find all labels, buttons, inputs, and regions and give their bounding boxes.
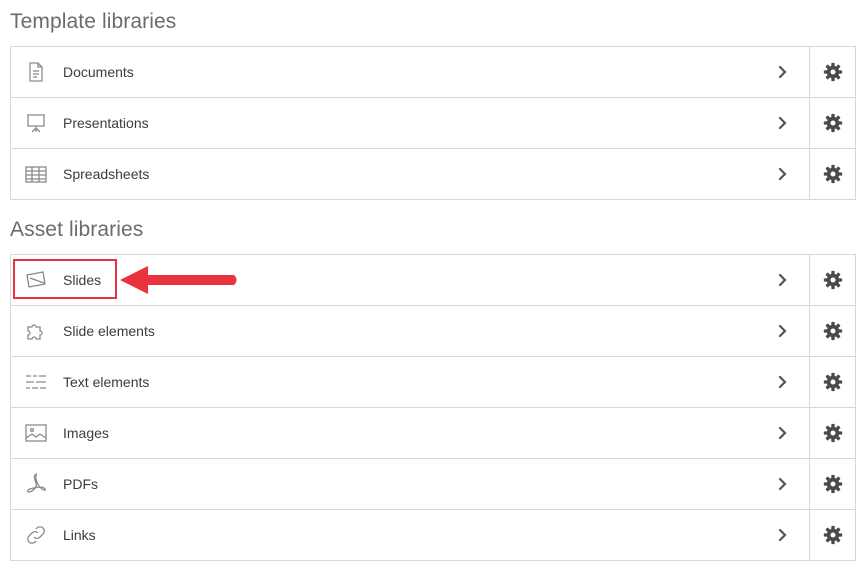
settings-button-text-elements[interactable] — [809, 357, 855, 407]
row-label: Spreadsheets — [63, 166, 150, 182]
settings-button-links[interactable] — [809, 510, 855, 560]
chevron-right-icon — [777, 528, 789, 542]
row-label: Text elements — [63, 374, 150, 390]
row-label: PDFs — [63, 476, 98, 492]
document-icon — [23, 59, 49, 85]
gear-icon — [823, 474, 842, 494]
gear-icon — [823, 525, 842, 545]
spreadsheet-icon — [23, 161, 49, 187]
presentation-icon — [23, 110, 49, 136]
chevron-right-icon — [777, 477, 789, 491]
asset-libraries-heading: Asset libraries — [10, 218, 144, 241]
row-label: Images — [63, 425, 109, 441]
settings-button-images[interactable] — [809, 408, 855, 458]
template-libraries-list: Documents Presentations Spreadsheets — [10, 46, 856, 200]
chevron-right-icon — [777, 116, 789, 130]
link-icon — [23, 522, 49, 548]
image-icon — [23, 420, 49, 446]
chevron-right-icon — [777, 324, 789, 338]
asset-libraries-list: Slides Slide elements Text elements Imag… — [10, 254, 856, 561]
row-label: Documents — [63, 64, 134, 80]
row-label: Links — [63, 527, 96, 543]
pdf-icon — [23, 471, 49, 497]
row-label: Slide elements — [63, 323, 155, 339]
library-row-slides: Slides — [11, 255, 855, 306]
library-row-pdfs: PDFs — [11, 459, 855, 510]
settings-button-slide-elements[interactable] — [809, 306, 855, 356]
open-spreadsheets[interactable]: Spreadsheets — [11, 149, 809, 199]
library-row-documents: Documents — [11, 47, 855, 98]
gear-icon — [823, 62, 842, 82]
open-pdfs[interactable]: PDFs — [11, 459, 809, 509]
library-row-slide-elements: Slide elements — [11, 306, 855, 357]
open-text-elements[interactable]: Text elements — [11, 357, 809, 407]
gear-icon — [823, 164, 842, 184]
gear-icon — [823, 372, 842, 392]
library-row-images: Images — [11, 408, 855, 459]
row-label: Presentations — [63, 115, 149, 131]
chevron-right-icon — [777, 273, 789, 287]
chevron-right-icon — [777, 167, 789, 181]
settings-button-pdfs[interactable] — [809, 459, 855, 509]
settings-button-slides[interactable] — [809, 255, 855, 305]
open-documents[interactable]: Documents — [11, 47, 809, 97]
library-row-spreadsheets: Spreadsheets — [11, 149, 855, 200]
settings-button-documents[interactable] — [809, 47, 855, 97]
library-row-text-elements: Text elements — [11, 357, 855, 408]
text-lines-icon — [23, 369, 49, 395]
gear-icon — [823, 270, 842, 290]
open-images[interactable]: Images — [11, 408, 809, 458]
template-libraries-heading: Template libraries — [10, 10, 177, 33]
settings-button-presentations[interactable] — [809, 98, 855, 148]
open-slides[interactable]: Slides — [11, 255, 809, 305]
library-row-presentations: Presentations — [11, 98, 855, 149]
puzzle-icon — [23, 318, 49, 344]
gear-icon — [823, 113, 842, 133]
gear-icon — [823, 321, 842, 341]
chevron-right-icon — [777, 426, 789, 440]
open-links[interactable]: Links — [11, 510, 809, 560]
settings-button-spreadsheets[interactable] — [809, 149, 855, 199]
row-label: Slides — [63, 272, 102, 288]
library-row-links: Links — [11, 510, 855, 561]
open-slide-elements[interactable]: Slide elements — [11, 306, 809, 356]
gear-icon — [823, 423, 842, 443]
open-presentations[interactable]: Presentations — [11, 98, 809, 148]
chevron-right-icon — [777, 65, 789, 79]
slides-icon — [23, 267, 49, 293]
chevron-right-icon — [777, 375, 789, 389]
